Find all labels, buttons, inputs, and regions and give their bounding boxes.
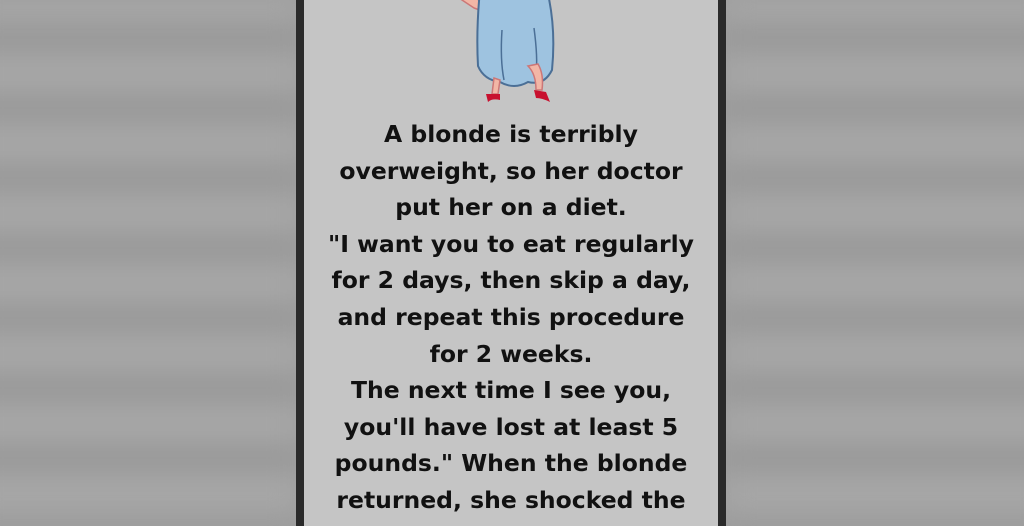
joke-line: "I want you to eat regularly (328, 229, 694, 258)
joke-line: The next time I see you, (350, 376, 672, 405)
joke-line: overweight, so her doctor (339, 156, 683, 185)
joke-line: and repeat this procedure (337, 302, 685, 331)
joke-line: put her on a diet. (395, 193, 627, 222)
frame-border-left (296, 0, 304, 526)
joke-line: for 2 days, then skip a day, (331, 266, 691, 295)
cartoon-woman-in-blue-dress-icon (460, 0, 555, 102)
joke-card: A blonde is terribly overweight, so her … (304, 0, 718, 526)
joke-line: for 2 weeks. (429, 339, 593, 368)
joke-line: returned, she shocked the (336, 485, 686, 514)
blurred-background-left (0, 0, 300, 526)
blurred-background-right (724, 0, 1024, 526)
joke-line: A blonde is terribly (384, 120, 638, 148)
joke-line: pounds." When the blonde (334, 449, 688, 478)
joke-text: A blonde is terribly overweight, so her … (304, 116, 718, 519)
frame-border-right (718, 0, 726, 526)
joke-line: you'll have lost at least 5 (343, 412, 679, 441)
